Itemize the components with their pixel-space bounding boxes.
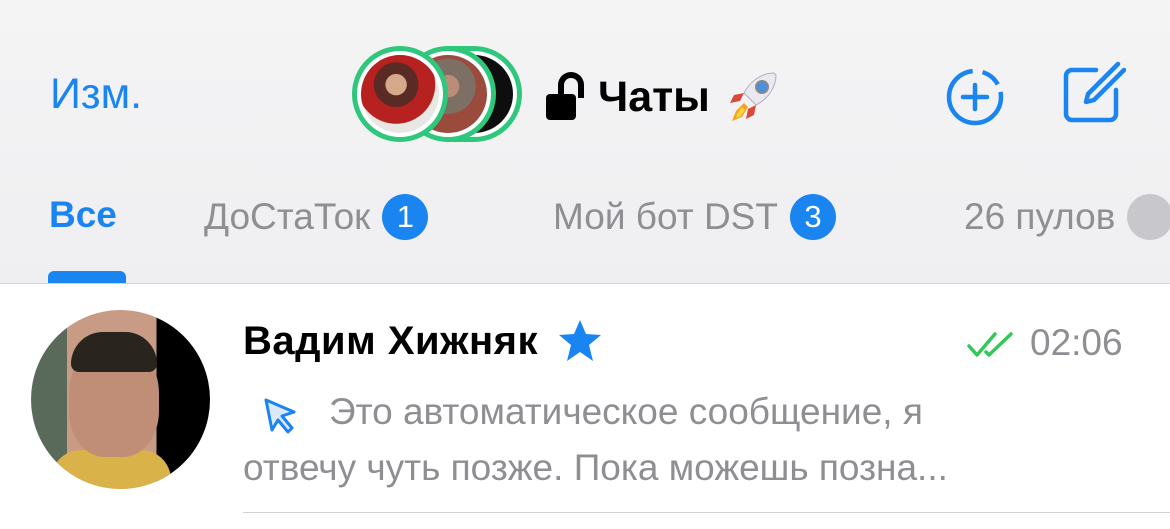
active-tab-indicator: [48, 271, 126, 283]
unlocked-lock-icon[interactable]: [546, 72, 586, 122]
title-group: Чаты: [546, 62, 782, 132]
tab-my-bot-dst[interactable]: Мой бот DST 3: [553, 194, 836, 240]
star-icon: [558, 320, 601, 361]
chat-title-group: Вадим Хижняк: [243, 317, 604, 365]
preview-line: Это автоматическое сообщение, я: [329, 391, 923, 432]
unread-badge: 1: [382, 194, 429, 240]
preview-line: отвечу чуть позже. Пока можешь позна...: [243, 447, 948, 488]
tab-label: Все: [49, 194, 117, 235]
tab-all[interactable]: Все: [49, 194, 117, 236]
story-avatar-1[interactable]: [352, 46, 448, 142]
tab-dostatok[interactable]: ДоСтаТок 1: [204, 194, 429, 240]
rocket-icon: [729, 72, 777, 121]
folder-tabs: Все ДоСтаТок 1 Мой бот DST 3 26 пулов: [0, 180, 1170, 250]
avatar: [31, 310, 210, 489]
tab-label: Мой бот DST: [553, 196, 778, 237]
unread-badge: [1127, 194, 1170, 240]
chat-name: Вадим Хижняк: [243, 318, 538, 363]
tab-26-pools[interactable]: 26 пулов: [964, 194, 1170, 240]
double-check-icon: [967, 332, 1013, 357]
stories-strip[interactable]: [352, 46, 522, 142]
compose-icon[interactable]: [1060, 60, 1126, 126]
unread-badge: 3: [789, 194, 836, 240]
message-preview: Это автоматическое сообщение, я отвечу ч…: [243, 384, 1143, 496]
message-time: 02:06: [1030, 322, 1123, 363]
divider: [243, 512, 1170, 513]
edit-button[interactable]: Изм.: [50, 70, 142, 119]
page-title: Чаты: [598, 72, 710, 121]
plus-circle-dashed-icon[interactable]: [944, 66, 1006, 128]
chat-list-item[interactable]: Вадим Хижняк 02:06 Это автоматическое со…: [0, 284, 1170, 529]
tab-label: ДоСтаТок: [204, 196, 371, 237]
tab-label: 26 пулов: [964, 196, 1116, 237]
top-bar: Изм. Чаты Все ДоСтаТок 1 Мой бот DST 3 2…: [0, 0, 1170, 283]
